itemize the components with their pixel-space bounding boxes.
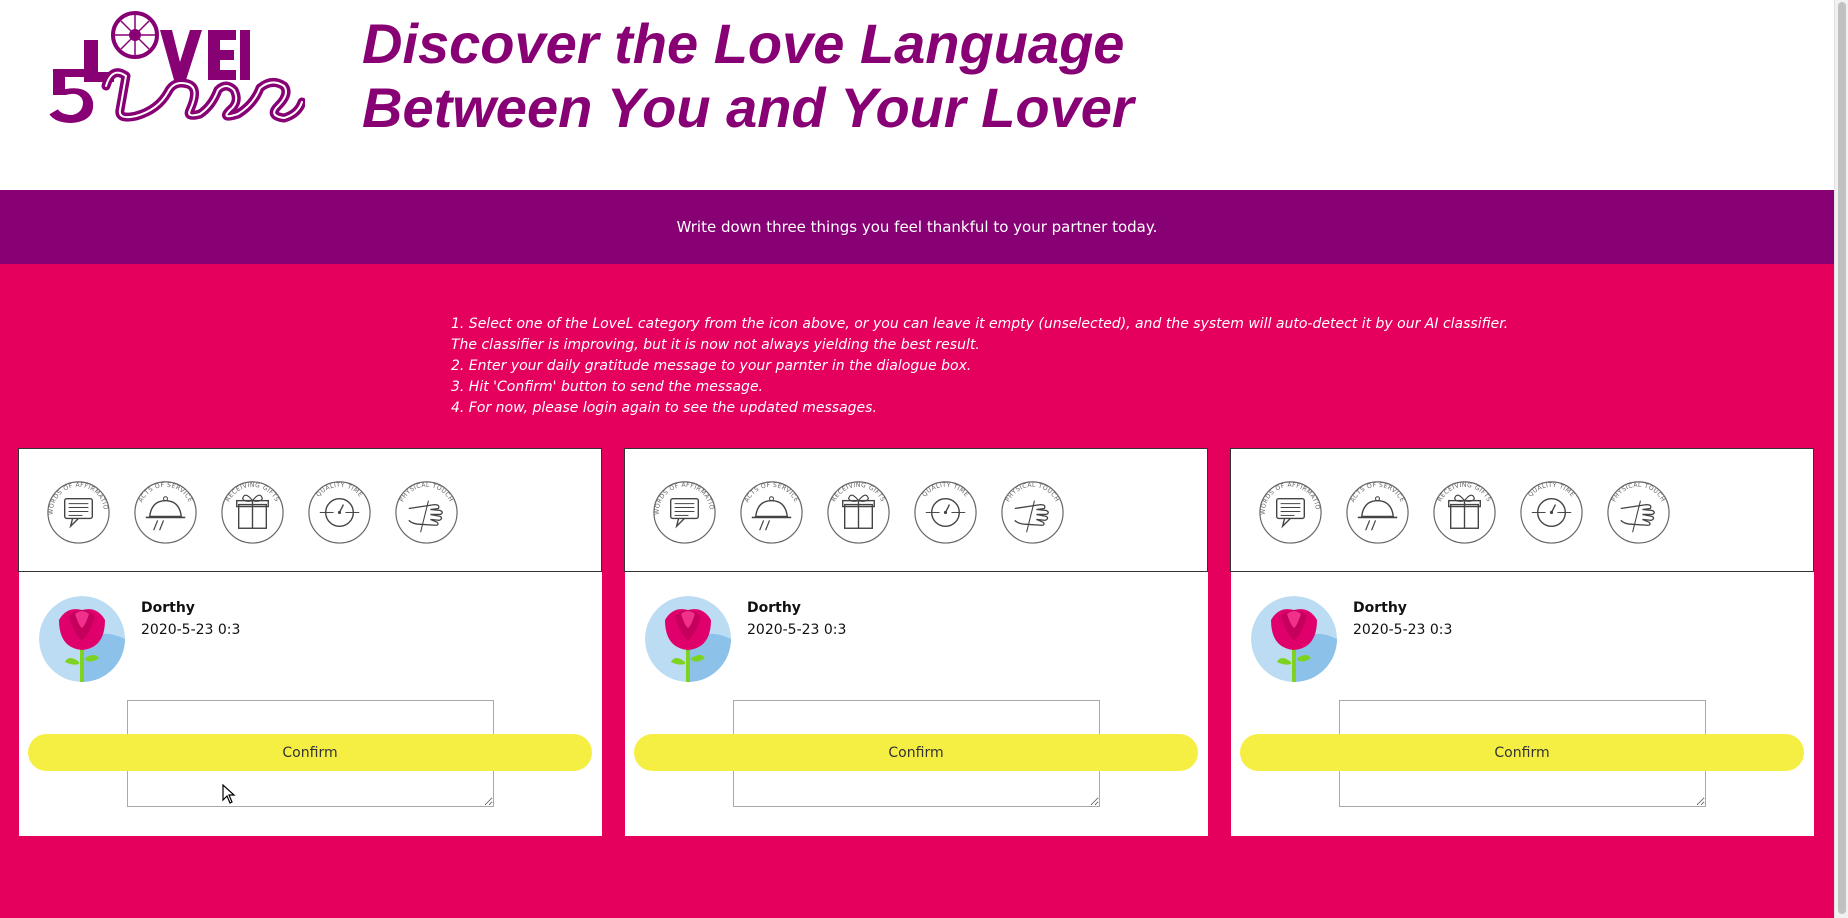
gift-box-icon[interactable]: RECEIVING GIFTS — [823, 475, 894, 546]
hand-icon[interactable]: PHYSICAL TOUCH — [997, 475, 1068, 546]
message-panel: Dorthy 2020-5-23 0:3 — [1230, 572, 1814, 836]
speech-bubble-icon[interactable]: WORDS OF AFFIRMATION — [1255, 475, 1326, 546]
confirm-button[interactable]: Confirm — [634, 734, 1198, 771]
speech-bubble-icon[interactable]: WORDS OF AFFIRMATION — [43, 475, 114, 546]
user-name: Dorthy — [1353, 600, 1407, 616]
gratitude-card-2: WORDS OF AFFIRMATIONACTS OF SERVICERECEI… — [624, 448, 1208, 836]
instruction-line: The classifier is improving, but it is n… — [451, 337, 980, 353]
svg-text:QUALITY TIME: QUALITY TIME — [315, 481, 364, 498]
instruction-line: 4. For now, please login again to see th… — [451, 400, 877, 416]
category-selector: WORDS OF AFFIRMATIONACTS OF SERVICERECEI… — [624, 448, 1208, 572]
clock-icon[interactable]: QUALITY TIME — [304, 475, 375, 546]
message-date: 2020-5-23 0:3 — [1353, 622, 1453, 638]
page: Discover the Love Language Between You a… — [0, 0, 1834, 918]
svg-text:PHYSICAL TOUCH: PHYSICAL TOUCH — [1005, 481, 1061, 502]
page-title: Discover the Love Language Between You a… — [362, 12, 1134, 140]
user-name: Dorthy — [141, 600, 195, 616]
header: Discover the Love Language Between You a… — [0, 0, 1834, 190]
svg-text:PHYSICAL TOUCH: PHYSICAL TOUCH — [1611, 481, 1667, 502]
gratitude-card-1: WORDS OF AFFIRMATIONACTS OF SERVICERECEI… — [18, 448, 602, 836]
clock-icon[interactable]: QUALITY TIME — [1516, 475, 1587, 546]
serving-cloche-icon[interactable]: ACTS OF SERVICE — [736, 475, 807, 546]
confirm-button[interactable]: Confirm — [28, 734, 592, 771]
logo[interactable] — [40, 10, 307, 135]
instructions: 1. Select one of the LoveL category from… — [451, 314, 1508, 419]
avatar — [1251, 596, 1337, 682]
gratitude-card-3: WORDS OF AFFIRMATIONACTS OF SERVICERECEI… — [1230, 448, 1814, 836]
hand-icon[interactable]: PHYSICAL TOUCH — [391, 475, 462, 546]
page-scrollbar[interactable] — [1834, 0, 1848, 918]
gift-box-icon[interactable]: RECEIVING GIFTS — [217, 475, 288, 546]
speech-bubble-icon[interactable]: WORDS OF AFFIRMATION — [649, 475, 720, 546]
svg-text:QUALITY TIME: QUALITY TIME — [1527, 481, 1576, 498]
instruction-line: 3. Hit 'Confirm' button to send the mess… — [451, 379, 764, 395]
message-panel: Dorthy 2020-5-23 0:3 — [18, 572, 602, 836]
user-name: Dorthy — [747, 600, 801, 616]
category-selector: WORDS OF AFFIRMATIONACTS OF SERVICERECEI… — [18, 448, 602, 572]
serving-cloche-icon[interactable]: ACTS OF SERVICE — [130, 475, 201, 546]
prompt-banner: Write down three things you feel thankfu… — [0, 190, 1834, 264]
message-date: 2020-5-23 0:3 — [141, 622, 241, 638]
page-title-line-2: Between You and Your Lover — [362, 76, 1134, 139]
svg-text:PHYSICAL TOUCH: PHYSICAL TOUCH — [399, 481, 455, 502]
gift-box-icon[interactable]: RECEIVING GIFTS — [1429, 475, 1500, 546]
message-date: 2020-5-23 0:3 — [747, 622, 847, 638]
svg-text:QUALITY TIME: QUALITY TIME — [921, 481, 970, 498]
page-title-line-1: Discover the Love Language — [362, 12, 1125, 75]
main-area: 1. Select one of the LoveL category from… — [0, 264, 1834, 918]
instruction-line: 1. Select one of the LoveL category from… — [451, 316, 1509, 332]
scrollbar-thumb[interactable] — [1838, 2, 1846, 914]
message-panel: Dorthy 2020-5-23 0:3 — [624, 572, 1208, 836]
hand-icon[interactable]: PHYSICAL TOUCH — [1603, 475, 1674, 546]
avatar — [39, 596, 125, 682]
mouse-cursor-icon — [222, 784, 236, 804]
serving-cloche-icon[interactable]: ACTS OF SERVICE — [1342, 475, 1413, 546]
instruction-line: 2. Enter your daily gratitude message to… — [451, 358, 972, 374]
category-selector: WORDS OF AFFIRMATIONACTS OF SERVICERECEI… — [1230, 448, 1814, 572]
clock-icon[interactable]: QUALITY TIME — [910, 475, 981, 546]
confirm-button[interactable]: Confirm — [1240, 734, 1804, 771]
avatar — [645, 596, 731, 682]
prompt-text: Write down three things you feel thankfu… — [676, 218, 1158, 236]
